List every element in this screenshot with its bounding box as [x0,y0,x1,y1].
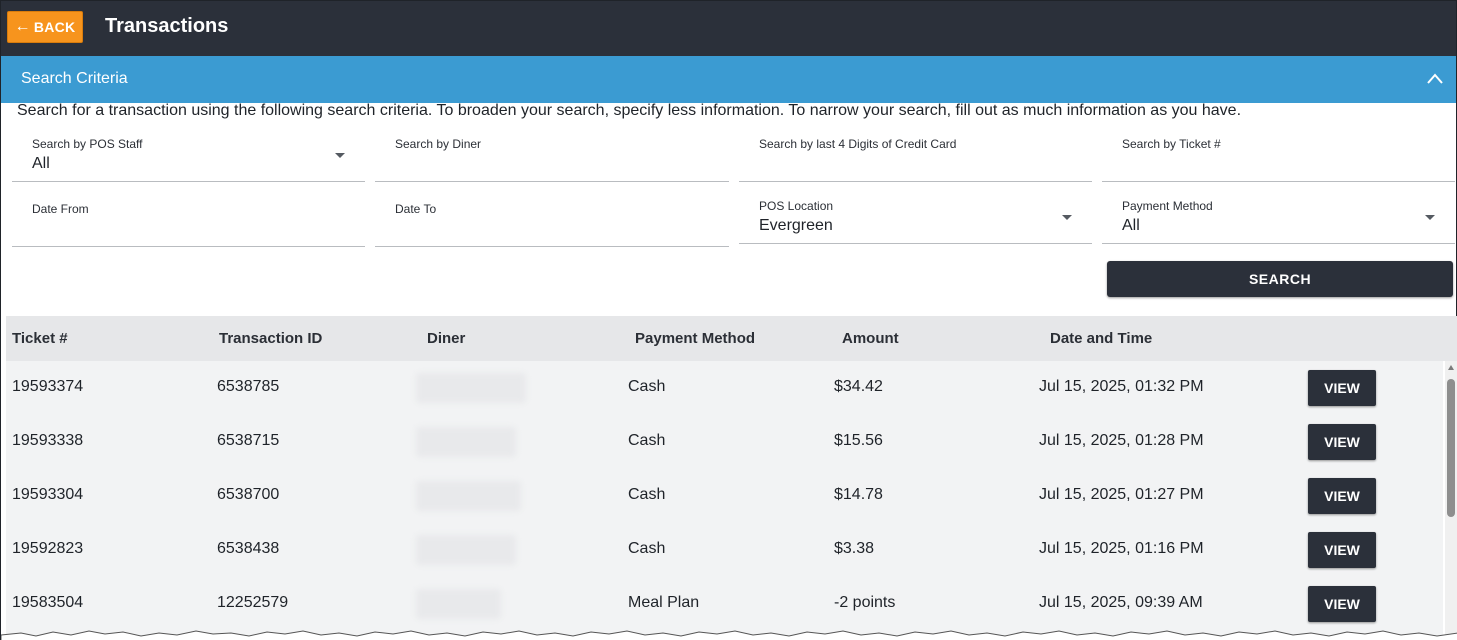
date-from-input[interactable]: Date From [12,191,365,247]
chevron-down-icon [1425,215,1435,220]
pos-staff-label: Search by POS Staff [32,137,143,151]
chevron-down-icon [335,153,345,158]
ticket-cell: 19583504 [12,594,84,611]
amount-cell: $3.38 [834,540,875,557]
datetime-cell: Jul 15, 2025, 01:16 PM [1039,540,1204,557]
table-row: 19583504 12252579 Meal Plan -2 points Ju… [6,577,1443,631]
card-digits-label: Search by last 4 Digits of Credit Card [759,137,957,151]
column-header-payment-method[interactable]: Payment Method [635,330,755,347]
back-button[interactable]: ← BACK [7,11,83,43]
card-digits-input[interactable]: Search by last 4 Digits of Credit Card [739,126,1092,182]
payment-method-cell: Cash [628,540,666,557]
payment-method-label: Payment Method [1122,199,1213,213]
view-button[interactable]: VIEW [1308,586,1376,622]
ticket-cell: 19592823 [12,540,84,557]
payment-method-cell: Cash [628,378,666,395]
diner-cell-redacted [416,589,501,619]
top-bar: ← BACK Transactions [1,1,1456,56]
pos-staff-value: All [32,155,50,172]
column-header-amount[interactable]: Amount [842,330,899,347]
column-header-transaction-id[interactable]: Transaction ID [219,330,322,347]
table-header: Ticket # Transaction ID Diner Payment Me… [6,316,1457,361]
torn-edge-decoration [1,630,1457,640]
transactions-table: 19593374 6538785 Cash $34.42 Jul 15, 202… [6,361,1443,640]
ticket-cell: 19593338 [12,432,84,449]
search-criteria-title: Search Criteria [21,70,128,87]
transaction-id-cell: 6538785 [217,378,280,395]
date-to-input[interactable]: Date To [375,191,729,247]
diner-cell-redacted [416,535,516,565]
search-button[interactable]: SEARCH [1107,261,1453,297]
payment-method-cell: Cash [628,486,666,503]
transaction-id-cell: 6538700 [217,486,280,503]
back-button-label: BACK [33,19,76,35]
table-row: 19593338 6538715 Cash $15.56 Jul 15, 202… [6,415,1443,469]
column-header-diner[interactable]: Diner [427,330,465,347]
pos-location-value: Evergreen [759,217,833,234]
amount-cell: $34.42 [834,378,883,395]
table-scrollbar[interactable] [1445,361,1457,640]
transaction-id-cell: 6538438 [217,540,280,557]
ticket-cell: 19593374 [12,378,84,395]
column-header-ticket[interactable]: Ticket # [12,330,68,347]
pos-staff-select[interactable]: Search by POS Staff All [12,126,365,182]
ticket-number-label: Search by Ticket # [1122,137,1221,151]
view-button[interactable]: VIEW [1308,370,1376,406]
view-button[interactable]: VIEW [1308,532,1376,568]
table-row: 19593304 6538700 Cash $14.78 Jul 15, 202… [6,469,1443,523]
pos-location-select[interactable]: POS Location Evergreen [739,191,1092,244]
transaction-id-cell: 6538715 [217,432,280,449]
payment-method-cell: Cash [628,432,666,449]
chevron-down-icon [1062,215,1072,220]
amount-cell: $14.78 [834,486,883,503]
payment-method-value: All [1122,217,1140,234]
transaction-id-cell: 12252579 [217,594,289,611]
datetime-cell: Jul 15, 2025, 01:32 PM [1039,378,1204,395]
amount-cell: -2 points [834,594,896,611]
view-button[interactable]: VIEW [1308,424,1376,460]
datetime-cell: Jul 15, 2025, 01:27 PM [1039,486,1204,503]
diner-search-label: Search by Diner [395,137,482,151]
search-criteria-header[interactable]: Search Criteria [1,56,1456,103]
scrollbar-thumb[interactable] [1447,379,1455,517]
arrow-left-icon: ← [14,18,31,35]
scroll-up-icon[interactable] [1448,365,1454,370]
chevron-up-icon[interactable] [1426,70,1444,88]
datetime-cell: Jul 15, 2025, 01:28 PM [1039,432,1204,449]
datetime-cell: Jul 15, 2025, 09:39 AM [1039,594,1203,611]
pos-location-label: POS Location [759,199,834,213]
diner-cell-redacted [416,481,521,511]
amount-cell: $15.56 [834,432,883,449]
diner-search-input[interactable]: Search by Diner [375,126,729,182]
table-row: 19593374 6538785 Cash $34.42 Jul 15, 202… [6,361,1443,415]
payment-method-select[interactable]: Payment Method All [1102,191,1455,244]
date-to-label: Date To [395,202,437,216]
column-header-date-time[interactable]: Date and Time [1050,330,1152,347]
date-from-label: Date From [32,202,89,216]
ticket-cell: 19593304 [12,486,84,503]
ticket-number-input[interactable]: Search by Ticket # [1102,126,1455,182]
search-help-text: Search for a transaction using the follo… [17,102,1242,119]
table-row: 19592823 6538438 Cash $3.38 Jul 15, 2025… [6,523,1443,577]
page-title: Transactions [105,15,229,37]
diner-cell-redacted [416,373,526,403]
diner-cell-redacted [416,427,516,457]
view-button[interactable]: VIEW [1308,478,1376,514]
payment-method-cell: Meal Plan [628,594,700,611]
